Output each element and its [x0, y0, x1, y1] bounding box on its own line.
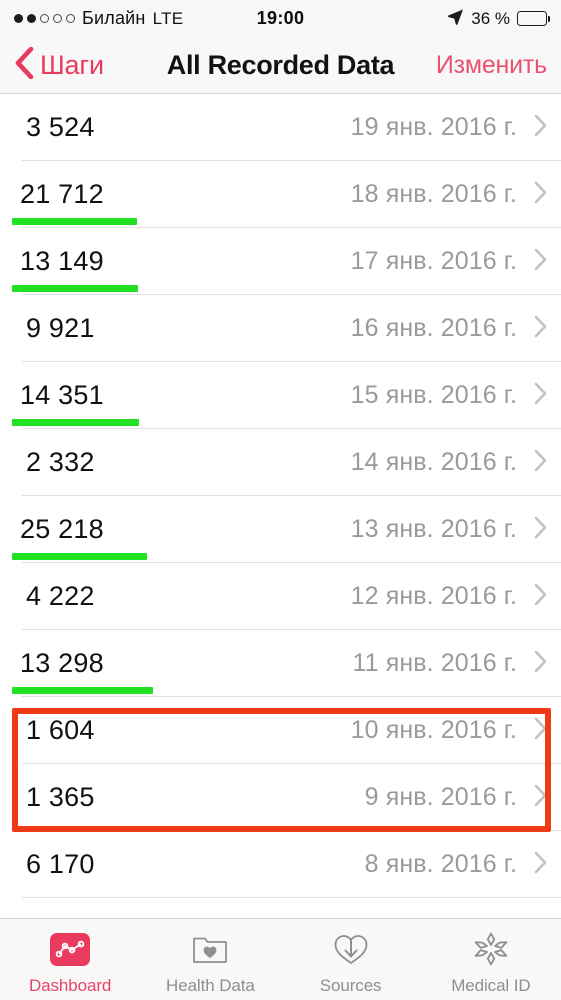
- table-row[interactable]: 13 149 17 янв. 2016 г.: [0, 228, 561, 295]
- green-underline-annotation: [12, 419, 139, 426]
- back-button[interactable]: Шаги: [14, 46, 104, 84]
- location-arrow-icon: [447, 8, 464, 30]
- tab-health-data[interactable]: Health Data: [140, 928, 280, 996]
- table-row[interactable]: 2 332 14 янв. 2016 г.: [0, 429, 561, 496]
- tab-medical-id[interactable]: Medical ID: [421, 928, 561, 996]
- status-bar: Билайн LTE 19:00 36 %: [0, 0, 561, 37]
- row-date: 9 янв. 2016 г.: [364, 783, 517, 811]
- dashboard-chart-icon: [50, 928, 91, 970]
- tab-label-health-data: Health Data: [166, 976, 255, 995]
- row-date: 15 янв. 2016 г.: [350, 381, 517, 409]
- chevron-right-icon: [534, 717, 547, 745]
- back-button-label: Шаги: [40, 49, 104, 80]
- chevron-right-icon: [534, 650, 547, 678]
- edit-button[interactable]: Изменить: [436, 51, 547, 80]
- row-date: 8 янв. 2016 г.: [364, 850, 517, 878]
- green-underline-annotation: [12, 553, 147, 560]
- row-date: 18 янв. 2016 г.: [350, 180, 517, 208]
- row-value: 21 712: [20, 179, 104, 209]
- table-row[interactable]: 1 365 9 янв. 2016 г.: [0, 764, 561, 831]
- row-value: 13 149: [20, 246, 104, 276]
- star-of-life-icon: [473, 928, 509, 970]
- tab-label-medical-id: Medical ID: [451, 976, 531, 995]
- chevron-right-icon: [534, 516, 547, 544]
- row-value: 9 921: [26, 313, 95, 343]
- tab-sources[interactable]: Sources: [281, 928, 421, 996]
- green-underline-annotation: [12, 687, 153, 694]
- table-row[interactable]: 13 298 11 янв. 2016 г.: [0, 630, 561, 697]
- chevron-right-icon: [534, 449, 547, 477]
- chevron-right-icon: [534, 315, 547, 343]
- green-underline-annotation: [12, 285, 138, 292]
- table-row[interactable]: 21 712 18 янв. 2016 г.: [0, 161, 561, 228]
- row-value: 6 170: [26, 849, 95, 879]
- tab-dashboard[interactable]: Dashboard: [0, 928, 140, 996]
- navigation-bar: Шаги All Recorded Data Изменить: [0, 37, 561, 94]
- row-separator: [22, 897, 561, 898]
- table-row[interactable]: 4 222 12 янв. 2016 г.: [0, 563, 561, 630]
- row-value: 3 524: [26, 112, 95, 142]
- chevron-right-icon: [534, 114, 547, 142]
- heart-download-icon: [332, 928, 370, 970]
- row-value: 13 298: [20, 648, 104, 678]
- folder-heart-icon: [191, 928, 229, 970]
- row-value: 2 332: [26, 447, 95, 477]
- row-date: 16 янв. 2016 г.: [350, 314, 517, 342]
- row-date: 10 янв. 2016 г.: [350, 716, 517, 744]
- table-row[interactable]: 14 351 15 янв. 2016 г.: [0, 362, 561, 429]
- chevron-right-icon: [534, 583, 547, 611]
- table-row[interactable]: 9 921 16 янв. 2016 г.: [0, 295, 561, 362]
- battery-icon: [517, 11, 550, 26]
- table-row[interactable]: 6 170 8 янв. 2016 г.: [0, 831, 561, 898]
- row-date: 13 янв. 2016 г.: [350, 515, 517, 543]
- tab-label-dashboard: Dashboard: [28, 976, 112, 995]
- status-bar-right: 36 %: [447, 8, 550, 30]
- row-date: 19 янв. 2016 г.: [350, 113, 517, 141]
- chevron-right-icon: [534, 784, 547, 812]
- tab-bar[interactable]: Dashboard Health Data Sources Medical ID: [0, 918, 561, 1000]
- table-row[interactable]: 25 218 13 янв. 2016 г.: [0, 496, 561, 563]
- chevron-right-icon: [534, 382, 547, 410]
- chevron-right-icon: [534, 248, 547, 276]
- table-row[interactable]: 1 604 10 янв. 2016 г.: [0, 697, 561, 764]
- chevron-right-icon: [534, 851, 547, 879]
- chevron-right-icon: [534, 181, 547, 209]
- recorded-data-list[interactable]: 3 524 19 янв. 2016 г. 21 712 18 янв. 2016 г…: [0, 94, 561, 898]
- green-underline-annotation: [12, 218, 137, 225]
- row-value: 14 351: [20, 380, 104, 410]
- row-date: 17 янв. 2016 г.: [350, 247, 517, 275]
- row-date: 11 янв. 2016 г.: [352, 649, 517, 677]
- chevron-left-icon: [14, 46, 34, 84]
- tab-label-sources: Sources: [319, 976, 382, 995]
- row-date: 14 янв. 2016 г.: [350, 448, 517, 476]
- row-date: 12 янв. 2016 г.: [350, 582, 517, 610]
- row-value: 1 604: [26, 715, 95, 745]
- row-value: 25 218: [20, 514, 104, 544]
- row-value: 4 222: [26, 581, 95, 611]
- row-value: 1 365: [26, 782, 95, 812]
- table-row[interactable]: 3 524 19 янв. 2016 г.: [0, 94, 561, 161]
- battery-percent-label: 36 %: [471, 8, 510, 28]
